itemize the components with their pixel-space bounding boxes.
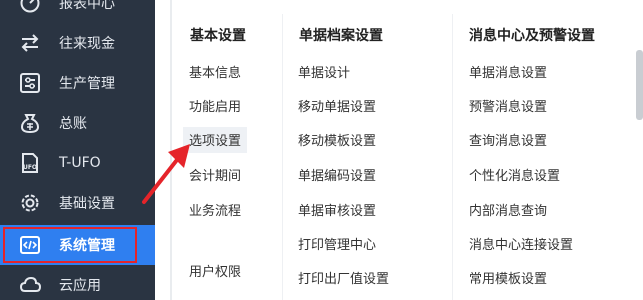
sidebar-item-t-ufo[interactable]: UFO T-UFO <box>0 143 155 183</box>
gear-icon <box>19 192 41 214</box>
sidebar-item-label: 云应用 <box>59 278 101 294</box>
annotation-arrow <box>142 144 190 204</box>
sidebar-item-production[interactable]: 生产管理 <box>0 63 155 103</box>
sliders-icon <box>19 72 41 94</box>
system-management-menu: 基本设置 基本信息 功能启用 选项设置 会计期间 业务流程 用户权限 单据档案设… <box>172 0 643 300</box>
sidebar-item-label: 基础设置 <box>59 196 115 212</box>
menu-link-user-permissions[interactable]: 用户权限 <box>189 261 241 280</box>
column-divider <box>452 14 453 300</box>
cloud-icon <box>19 274 41 296</box>
sidebar-item-label: 往来现金 <box>59 36 115 52</box>
column-header-message-center: 消息中心及预警设置 <box>469 28 595 44</box>
menu-link-feature-enable[interactable]: 功能启用 <box>189 96 241 115</box>
menu-link-query-message-settings[interactable]: 查询消息设置 <box>469 130 547 149</box>
menu-link-print-factory-settings[interactable]: 打印出厂值设置 <box>298 268 389 287</box>
sidebar-item-cloud-apps[interactable]: 云应用 <box>0 265 155 300</box>
sidebar: 报表中心 往来现金 生产管理 总账 UFO T-UFO 基础设置 系统管理 云应… <box>0 0 155 300</box>
gauge-icon <box>19 0 41 14</box>
ufo-file-icon: UFO <box>19 152 41 174</box>
svg-text:UFO: UFO <box>23 164 37 171</box>
menu-link-mobile-template-settings[interactable]: 移动模板设置 <box>298 130 376 149</box>
column-header-basic-settings: 基本设置 <box>190 28 246 44</box>
menu-link-basic-info[interactable]: 基本信息 <box>189 62 241 81</box>
menu-link-personalized-message-settings[interactable]: 个性化消息设置 <box>469 165 560 184</box>
menu-link-mobile-document-settings[interactable]: 移动单据设置 <box>298 96 376 115</box>
menu-link-message-center-connection-settings[interactable]: 消息中心连接设置 <box>469 234 573 253</box>
sidebar-item-label: 报表中心 <box>59 0 115 12</box>
menu-link-document-design[interactable]: 单据设计 <box>298 62 350 81</box>
menu-link-print-management-center[interactable]: 打印管理中心 <box>298 234 376 253</box>
sidebar-item-report-center[interactable]: 报表中心 <box>0 0 155 23</box>
menu-link-alert-message-settings[interactable]: 预警消息设置 <box>469 96 547 115</box>
annotation-highlight-box <box>3 227 137 263</box>
menu-scrollbar[interactable] <box>636 50 643 120</box>
column-divider <box>282 14 283 300</box>
sidebar-item-ledger[interactable]: 总账 <box>0 103 155 143</box>
sidebar-item-system-management[interactable]: 系统管理 <box>0 225 155 265</box>
ledger-bag-icon <box>19 112 41 134</box>
column-header-document-settings: 单据档案设置 <box>299 28 383 44</box>
menu-link-document-approval-settings[interactable]: 单据审核设置 <box>298 200 376 219</box>
menu-link-document-numbering-settings[interactable]: 单据编码设置 <box>298 165 376 184</box>
sidebar-item-label: 生产管理 <box>59 76 115 92</box>
menu-link-common-template-settings[interactable]: 常用模板设置 <box>469 268 547 287</box>
menu-link-internal-message-query[interactable]: 内部消息查询 <box>469 200 547 219</box>
menu-link-document-message-settings[interactable]: 单据消息设置 <box>469 62 547 81</box>
sidebar-item-basic-settings[interactable]: 基础设置 <box>0 183 155 223</box>
sidebar-item-cash[interactable]: 往来现金 <box>0 23 155 63</box>
sidebar-item-label: T-UFO <box>59 155 101 171</box>
sidebar-item-label: 总账 <box>59 116 87 132</box>
exchange-arrows-icon <box>19 32 41 54</box>
